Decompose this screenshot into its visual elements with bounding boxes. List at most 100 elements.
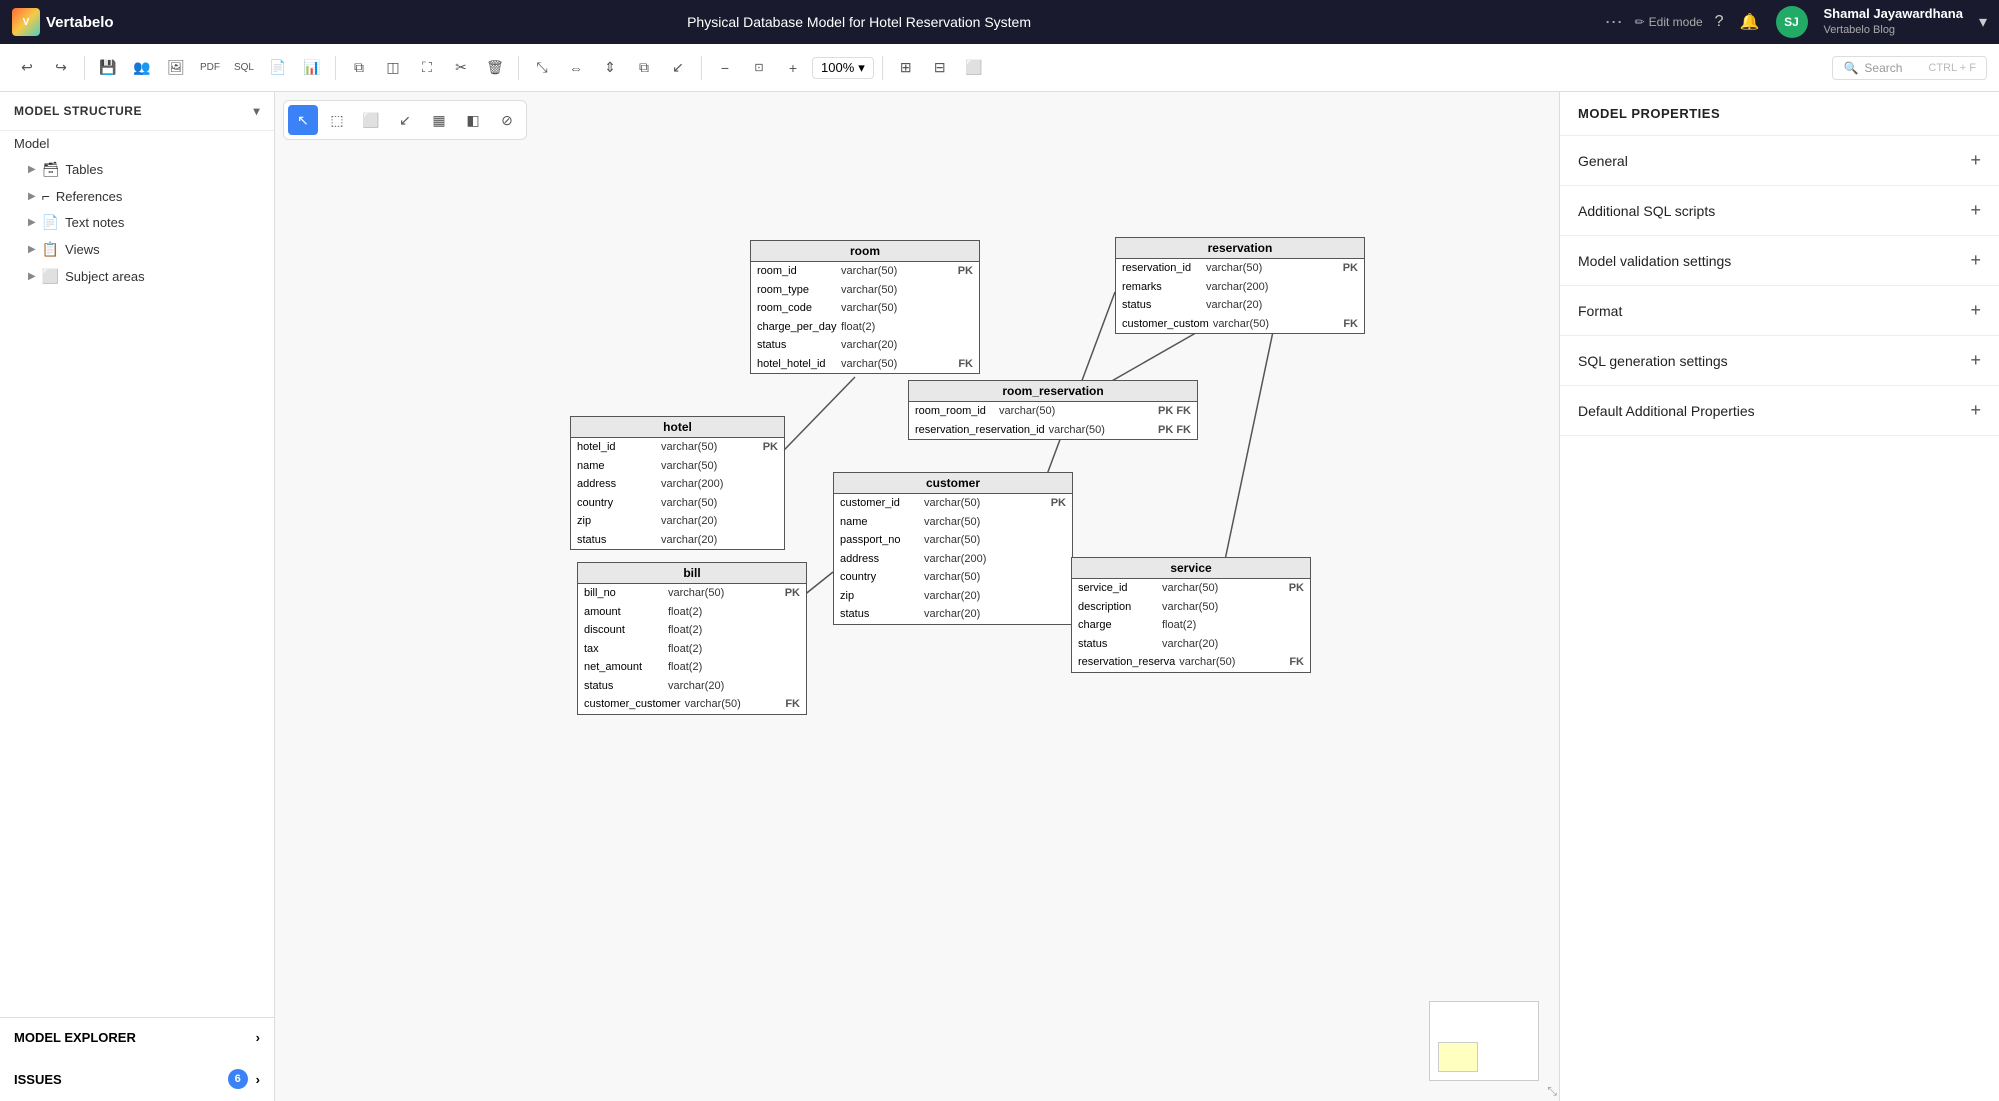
table-row: net_amountfloat(2) <box>578 658 806 677</box>
align-button[interactable]: ⛶ <box>412 53 442 83</box>
prop-section-default-props-header[interactable]: Default Additional Properties + <box>1560 386 1999 435</box>
menu-dots-icon[interactable]: ⋯ <box>1605 12 1623 33</box>
entity-tool[interactable]: ▦ <box>424 105 454 135</box>
table-customer[interactable]: customer customer_idvarchar(50)PK nameva… <box>833 472 1073 625</box>
zoom-fit-button[interactable]: ⊡ <box>744 53 774 83</box>
table-row: chargefloat(2) <box>1072 616 1310 635</box>
pointer-tool[interactable]: ↖ <box>288 105 318 135</box>
docs-button[interactable]: 📄 <box>263 53 293 83</box>
avatar[interactable]: SJ <box>1776 6 1808 38</box>
zoom-in-button[interactable]: + <box>778 53 808 83</box>
table-reservation[interactable]: reservation reservation_idvarchar(50)PK … <box>1115 237 1365 334</box>
page-title: Physical Database Model for Hotel Reserv… <box>126 14 1593 30</box>
issues-badge: 6 <box>228 1069 248 1089</box>
table-reservation-header: reservation <box>1116 238 1364 259</box>
model-explorer-item[interactable]: MODEL EXPLORER › <box>0 1018 274 1057</box>
general-expand-btn[interactable]: + <box>1970 150 1981 171</box>
toolbar-separator-4 <box>701 56 702 80</box>
fullscreen-button[interactable]: ⬜ <box>959 53 989 83</box>
image-export-button[interactable]: 🖼 <box>161 53 191 83</box>
table-row: statusvarchar(20) <box>751 336 979 355</box>
table-row: customer_idvarchar(50)PK <box>834 494 1072 513</box>
zoom-out-button[interactable]: − <box>710 53 740 83</box>
prop-section-validation: Model validation settings + <box>1560 236 1999 286</box>
resize-corner: ⤡ <box>1547 1084 1557 1099</box>
table-service[interactable]: service service_idvarchar(50)PK descript… <box>1071 557 1311 673</box>
table-room-reservation[interactable]: room_reservation room_room_idvarchar(50)… <box>908 380 1198 440</box>
collaborators-button[interactable]: 👥 <box>127 53 157 83</box>
table-row: statusvarchar(20) <box>571 531 784 550</box>
sidebar-item-tables[interactable]: ▶ 🗃 Tables <box>0 156 274 183</box>
toolbar-separator-5 <box>882 56 883 80</box>
grid-button[interactable]: ⊞ <box>891 53 921 83</box>
cut-button[interactable]: ✂ <box>446 53 476 83</box>
model-explorer-label: MODEL EXPLORER <box>14 1030 136 1045</box>
sql-export-button[interactable]: SQL <box>229 53 259 83</box>
default-props-expand-btn[interactable]: + <box>1970 400 1981 421</box>
search-label: Search <box>1864 61 1902 75</box>
connect-tool[interactable]: ↙ <box>390 105 420 135</box>
rect-tool[interactable]: ⬜ <box>356 105 386 135</box>
collapse-btn[interactable]: ▾ <box>253 104 260 118</box>
textnotes-arrow: ▶ <box>28 217 36 228</box>
table-row: discountfloat(2) <box>578 621 806 640</box>
sidebar-item-text-notes[interactable]: ▶ 📄 Text notes <box>0 209 274 236</box>
sidebar-item-subject-areas[interactable]: ▶ ⬜ Subject areas <box>0 263 274 290</box>
sql-scripts-label: Additional SQL scripts <box>1578 203 1715 219</box>
help-icon[interactable]: ? <box>1715 13 1724 31</box>
table-hotel[interactable]: hotel hotel_idvarchar(50)PK namevarchar(… <box>570 416 785 550</box>
zoom-control[interactable]: 100% ▾ <box>812 57 874 79</box>
erase-tool[interactable]: ⊘ <box>492 105 522 135</box>
sidebar-item-references[interactable]: ▶ ⌐ References <box>0 183 274 209</box>
fit-button[interactable]: ⤡ <box>527 53 557 83</box>
border-button[interactable]: ◫ <box>378 53 408 83</box>
table-row: passport_novarchar(50) <box>834 531 1072 550</box>
search-box[interactable]: 🔍 Search CTRL + F <box>1832 56 1987 80</box>
distribute-v-button[interactable]: ⇕ <box>595 53 625 83</box>
connector-button[interactable]: ↙ <box>663 53 693 83</box>
layer-button[interactable]: ⧉ <box>629 53 659 83</box>
table-row: addressvarchar(200) <box>834 550 1072 569</box>
logo[interactable]: V Vertabelo <box>12 8 114 36</box>
snap-button[interactable]: ⊟ <box>925 53 955 83</box>
format-expand-btn[interactable]: + <box>1970 300 1981 321</box>
table-row: hotel_hotel_idvarchar(50)FK <box>751 355 979 374</box>
sql-scripts-expand-btn[interactable]: + <box>1970 200 1981 221</box>
distribute-h-button[interactable]: ⇔ <box>561 53 591 83</box>
top-right: ? 🔔 SJ Shamal Jayawardhana Vertabelo Blo… <box>1715 6 1987 38</box>
table-service-header: service <box>1072 558 1310 579</box>
sql-gen-expand-btn[interactable]: + <box>1970 350 1981 371</box>
redo-button[interactable]: ↪ <box>46 53 76 83</box>
prop-section-validation-header[interactable]: Model validation settings + <box>1560 236 1999 285</box>
issues-item[interactable]: ISSUES 6 › <box>0 1057 274 1101</box>
canvas[interactable]: ↖ ⬚ ⬜ ↙ ▦ ◧ ⊘ room room_idvarchar(50 <box>275 92 1559 1101</box>
toolbar-separator-3 <box>518 56 519 80</box>
copy-button[interactable]: ⧉ <box>344 53 374 83</box>
prop-section-general-header[interactable]: General + <box>1560 136 1999 185</box>
table-button[interactable]: 📊 <box>297 53 327 83</box>
table-row: addressvarchar(200) <box>571 475 784 494</box>
undo-button[interactable]: ↩ <box>12 53 42 83</box>
edit-mode-btn[interactable]: ✏ Edit mode <box>1635 15 1703 29</box>
pdf-export-button[interactable]: PDF <box>195 53 225 83</box>
delete-button[interactable]: 🗑 <box>480 53 510 83</box>
table-room[interactable]: room room_idvarchar(50)PK room_typevarch… <box>750 240 980 374</box>
notification-icon[interactable]: 🔔 <box>1740 12 1760 32</box>
user-menu-chevron[interactable]: ▾ <box>1979 12 1987 32</box>
selection-toolbar: ↖ ⬚ ⬜ ↙ ▦ ◧ ⊘ <box>283 100 527 140</box>
prop-section-sql-scripts-header[interactable]: Additional SQL scripts + <box>1560 186 1999 235</box>
save-button[interactable]: 💾 <box>93 53 123 83</box>
model-root[interactable]: Model <box>0 131 274 156</box>
sidebar-item-views[interactable]: ▶ 📋 Views <box>0 236 274 263</box>
table-row: room_codevarchar(50) <box>751 299 979 318</box>
format-label: Format <box>1578 303 1622 319</box>
prop-section-sql-gen-header[interactable]: SQL generation settings + <box>1560 336 1999 385</box>
view-tool[interactable]: ◧ <box>458 105 488 135</box>
prop-section-default-props: Default Additional Properties + <box>1560 386 1999 436</box>
validation-expand-btn[interactable]: + <box>1970 250 1981 271</box>
rect-select-tool[interactable]: ⬚ <box>322 105 352 135</box>
prop-section-format-header[interactable]: Format + <box>1560 286 1999 335</box>
table-bill[interactable]: bill bill_novarchar(50)PK amountfloat(2)… <box>577 562 807 715</box>
table-row: room_room_idvarchar(50)PK FK <box>909 402 1197 421</box>
table-row: bill_novarchar(50)PK <box>578 584 806 603</box>
